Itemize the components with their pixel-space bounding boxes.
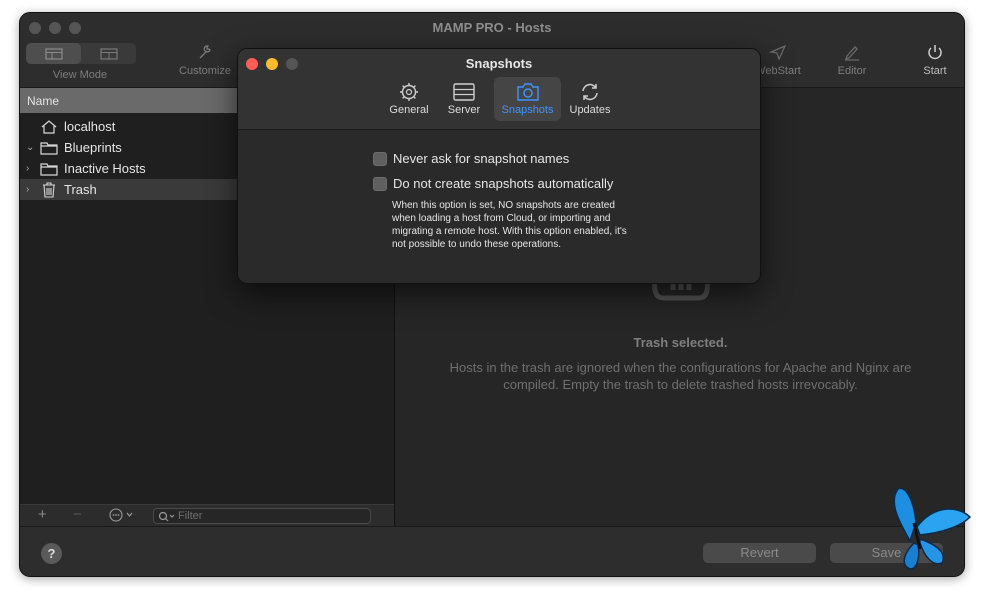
wrench-icon [199,45,211,59]
help-button[interactable]: ? [41,543,62,564]
trash-icon [43,181,55,198]
power-icon [928,45,942,60]
sidebar-item-label: Trash [64,182,97,197]
snapshot-option-note: When this option is set, NO snapshots ar… [392,200,627,250]
ellipsis-circle-icon [109,508,133,522]
start-button[interactable]: Start [915,43,955,77]
revert-button[interactable]: Revert [703,543,816,563]
dialog-toolbar: Snapshots General Server Snapshots Updat… [238,49,760,130]
view-mode-control[interactable] [26,43,136,64]
tab-server[interactable]: Server [441,77,487,121]
refresh-icon [582,83,598,101]
chevron-right-icon[interactable]: › [26,163,36,174]
gear-icon [400,83,418,101]
never-ask-snapshot-names-option[interactable]: Never ask for snapshot names [373,151,569,166]
butterfly-icon [893,487,972,570]
trash-description: Hosts in the trash are ignored when the … [449,360,912,392]
view-mode-label: View Mode [52,69,108,81]
list-layout-icon [44,47,63,60]
no-auto-snapshots-option[interactable]: Do not create snapshots automatically [373,176,613,191]
search-icon [158,511,175,522]
view-mode-grid[interactable] [81,43,136,64]
preferences-dialog: Snapshots General Server Snapshots Updat… [237,48,761,284]
sidebar-item-label: localhost [64,119,116,134]
tab-updates[interactable]: Updates [565,77,615,121]
tab-general[interactable]: General [385,77,433,121]
tab-label: Snapshots [501,104,554,116]
dialog-title: Snapshots [465,56,533,71]
plane-icon [768,44,787,61]
pencil-icon [844,46,859,61]
folder-icon [40,141,58,155]
sidebar-item-label: Blueprints [64,140,122,155]
view-mode-list[interactable] [26,43,81,64]
no-auto-snapshots-checkbox[interactable] [373,176,387,191]
tab-label: Updates [569,104,611,116]
bottom-bar: ? Revert Save [20,526,964,576]
camera-icon [516,83,539,101]
chevron-right-icon[interactable]: › [26,184,36,195]
home-icon [41,119,57,134]
columns-layout-icon [99,47,118,60]
editor-label: Editor [837,65,867,77]
customize-label: Customize [179,65,231,77]
sidebar-item-label: Inactive Hosts [64,161,146,176]
filter-placeholder: Filter [178,510,203,522]
remove-host-button[interactable]: − [73,506,82,523]
window-title: MAMP PRO - Hosts [432,20,552,35]
add-host-button[interactable]: + [38,506,47,523]
customize-button[interactable]: Customize [170,43,240,77]
sidebar-footer: + − Filter [20,504,394,526]
chevron-down-icon[interactable]: ⌄ [26,142,36,153]
tab-snapshots[interactable]: Snapshots [494,77,561,121]
trash-selected-title: Trash selected. [633,335,728,350]
checkbox-label: Do not create snapshots automatically [393,176,614,191]
tab-label: Server [447,104,481,116]
tab-label: General [389,104,429,116]
checkbox-label: Never ask for snapshot names [393,151,570,166]
server-icon [453,83,475,101]
start-label: Start [923,65,947,77]
editor-button[interactable]: Editor [824,43,880,77]
folder-icon [40,162,58,176]
filter-input[interactable]: Filter [153,508,371,524]
never-ask-checkbox[interactable] [373,151,387,166]
more-actions-button[interactable] [109,508,137,526]
